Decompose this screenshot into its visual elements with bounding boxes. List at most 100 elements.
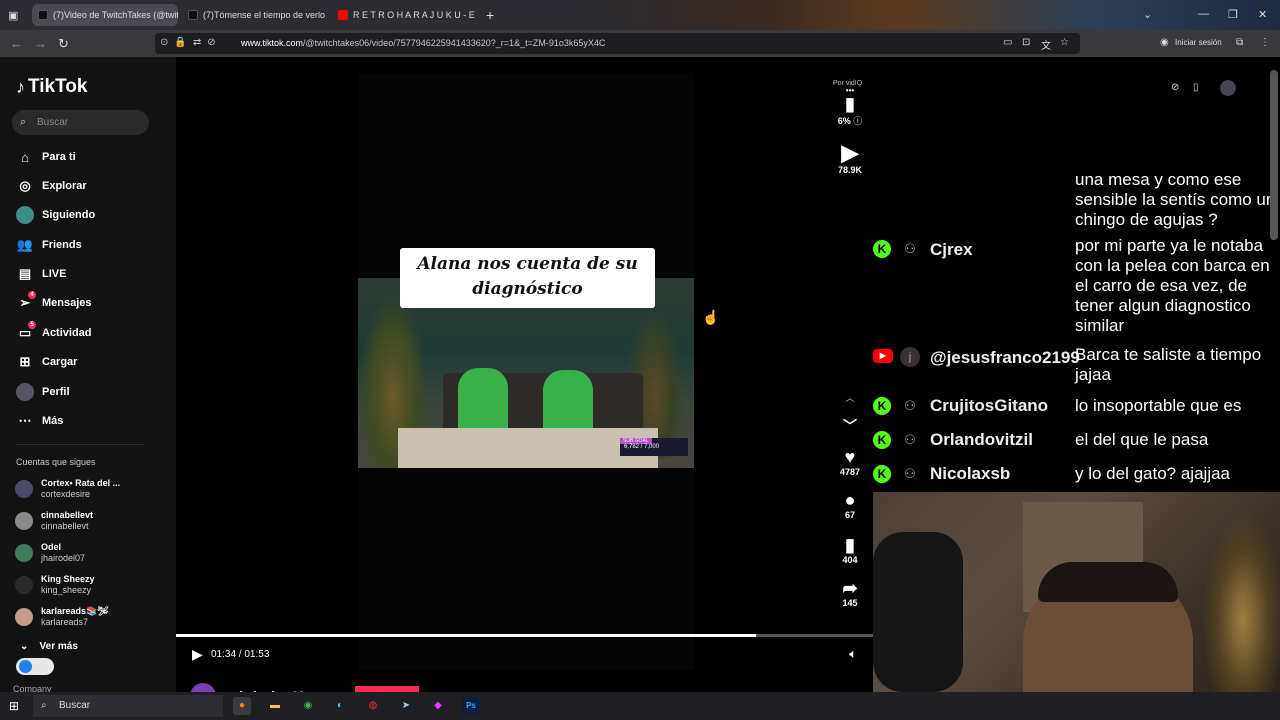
activity-icon: ▭ 5 (16, 321, 36, 342)
back-icon[interactable]: ← (10, 36, 23, 51)
likes-count: 4787 (839, 467, 861, 477)
avatar (15, 576, 33, 594)
nav-live[interactable]: ▤ LIVE (16, 264, 67, 284)
nav-label: Para ti (42, 151, 76, 163)
bar-chart-icon: ▮ (845, 94, 855, 114)
table (398, 428, 658, 468)
account-handle: jhairodel07 (41, 553, 86, 563)
nav-mensajes[interactable]: ➢ 4 Mensajes (16, 291, 92, 313)
user-icon: ⚇ (904, 241, 916, 256)
site-info-icon[interactable]: ⊙🔒⇄⊘ (160, 37, 222, 48)
stream-chat: una mesa y como ese sensible la sentís c… (873, 170, 1273, 492)
app-icon[interactable]: ◆ (429, 697, 447, 715)
sidebar-divider (16, 444, 144, 445)
account-name: King Sheezy (41, 574, 95, 584)
play-pause-button[interactable]: ▶ (192, 646, 203, 663)
close-tab-icon[interactable]: ✕ (325, 10, 328, 21)
url-input[interactable]: www.tiktok.com/@twitchtakes06/video/7577… (155, 33, 1080, 54)
comments-count: 67 (844, 510, 855, 520)
menu-icon[interactable]: ⋮ (1260, 37, 1270, 48)
tiktok-note-icon: ♪ (16, 76, 25, 97)
compass-icon[interactable]: ⊘ (1171, 82, 1179, 93)
share-button[interactable]: ➦ 145 (835, 578, 865, 608)
nav-perfil[interactable]: Perfil (16, 382, 70, 402)
nav-mas[interactable]: ⋯ Más (16, 411, 64, 431)
sub-goal-value: 6,782 / 7,000 (624, 444, 660, 450)
obs-icon[interactable]: ◍ (364, 697, 382, 715)
previous-video-button[interactable]: ︿ (835, 391, 865, 404)
forward-icon[interactable]: → (34, 36, 47, 51)
avatar[interactable] (1220, 80, 1236, 96)
notification-badge: 5 (28, 321, 36, 329)
following-account[interactable]: King Sheezy king_sheezy (15, 574, 95, 596)
account-handle: cortexdesire (41, 489, 91, 499)
tab-tiktok-second[interactable]: (7)Tómense el tiempo de verlo ✕ (182, 4, 328, 26)
following-account[interactable]: cinnabellevt cinnabellevt (15, 510, 93, 532)
nav-cargar[interactable]: ⊞ Cargar (16, 352, 78, 372)
following-account[interactable]: Cortex• Rata del ... cortexdesire (15, 478, 120, 500)
chrome-icon[interactable]: ◉ (299, 697, 317, 715)
translate-icon[interactable]: 文 (1041, 37, 1051, 52)
chevron-down-icon: ⌄ (20, 641, 29, 652)
reload-icon[interactable]: ↻ (58, 36, 69, 52)
volume-icon[interactable]: 🔈︎ (849, 646, 857, 662)
new-tab-button[interactable]: + (486, 7, 494, 23)
close-tab-icon[interactable]: ✕ (475, 10, 478, 21)
progress-fill (176, 634, 756, 637)
nav-actividad[interactable]: ▭ 5 Actividad (16, 321, 92, 343)
bookmark-star-icon[interactable]: ☆ (1060, 37, 1069, 48)
maximize-icon[interactable]: ❐ (1228, 8, 1238, 21)
close-window-icon[interactable]: ✕ (1258, 8, 1267, 21)
following-account[interactable]: Odel jhairodel07 (15, 542, 85, 564)
views-stat[interactable]: ▶ 78.9K (835, 141, 865, 176)
tiktok-logo[interactable]: ♪ TikTok (16, 76, 87, 98)
mobile-icon[interactable]: ▯ (1193, 82, 1199, 93)
photoshop-icon[interactable]: Ps (462, 697, 480, 715)
reader-view-icon[interactable]: ▭ (1003, 37, 1012, 48)
signin-button[interactable]: Iniciar sesión (1175, 38, 1222, 47)
taskbar-search[interactable]: ⌕ Buscar (33, 695, 223, 717)
next-video-button[interactable]: ﹀ (835, 416, 865, 436)
nav-siguiendo[interactable]: Siguiendo (16, 205, 95, 225)
minimize-icon[interactable]: — (1198, 8, 1209, 20)
steam-icon[interactable]: ➤ (397, 697, 415, 715)
like-button[interactable]: ♥ 4787 (835, 447, 865, 477)
save-button[interactable]: ▮ 404 (835, 535, 865, 565)
upload-icon: ⊞ (19, 354, 31, 369)
nav-explorar[interactable]: ◎ Explorar (16, 176, 86, 196)
tab-list-icon[interactable]: ▣ (8, 9, 18, 22)
video-progress-bar[interactable] (176, 634, 873, 637)
profile-icon (16, 383, 34, 401)
chevron-down-icon[interactable]: ⌄ (1143, 8, 1152, 21)
windows-start-icon[interactable]: ⊞ (9, 699, 19, 713)
search-input[interactable]: ⌕ Buscar (12, 110, 149, 135)
video-time: 01:34 / 01:53 (211, 649, 270, 660)
see-more-link[interactable]: ⌄ Ver más (20, 641, 78, 652)
account-handle: king_sheezy (41, 585, 92, 595)
page-scrollbar[interactable] (1270, 70, 1278, 240)
chat-username: Cjrex (930, 240, 973, 259)
tab-youtube[interactable]: R E T R O H A R A J U K U - E ✕ (332, 4, 478, 26)
nav-label: LIVE (42, 268, 67, 280)
browser-tab-bar: ▣ (7)Video de TwitchTakes (@twitc ✕ (7)T… (0, 0, 1280, 30)
comment-button[interactable]: ● 67 (835, 490, 865, 520)
stream-tools: ⊘ ▯ (1165, 78, 1245, 100)
app-icon[interactable]: ◐ (331, 697, 349, 715)
file-explorer-icon[interactable]: ▬ (266, 697, 284, 715)
vidiq-stats[interactable]: ••• ▮ 6% ⓘ (835, 87, 865, 127)
windows-taskbar: ⊞ ⌕ Buscar ● ▬ ◉ ◐ ◍ ➤ ◆ Ps (0, 692, 1280, 720)
nav-friends[interactable]: 👥 Friends (16, 235, 82, 255)
nav-para-ti[interactable]: ⌂ Para ti (16, 147, 76, 167)
chat-text: una mesa y como ese sensible la sentís c… (1075, 170, 1273, 229)
account-name: karlareads📚🛩 (41, 606, 109, 616)
firefox-icon[interactable]: ● (233, 697, 251, 715)
user-icon: ⚇ (904, 466, 916, 481)
extension-toggle[interactable] (16, 658, 54, 675)
brand-name: TikTok (28, 76, 88, 97)
following-account[interactable]: karlareads📚🛩 karlareads7 (15, 606, 109, 628)
account-icon[interactable]: ◉ (1160, 37, 1169, 48)
account-name: Odel (41, 542, 62, 552)
extensions-icon[interactable]: ⧉ (1236, 37, 1243, 48)
tab-tiktok-video[interactable]: (7)Video de TwitchTakes (@twitc ✕ (32, 4, 178, 26)
screenshot-icon[interactable]: ⊡ (1022, 37, 1030, 48)
